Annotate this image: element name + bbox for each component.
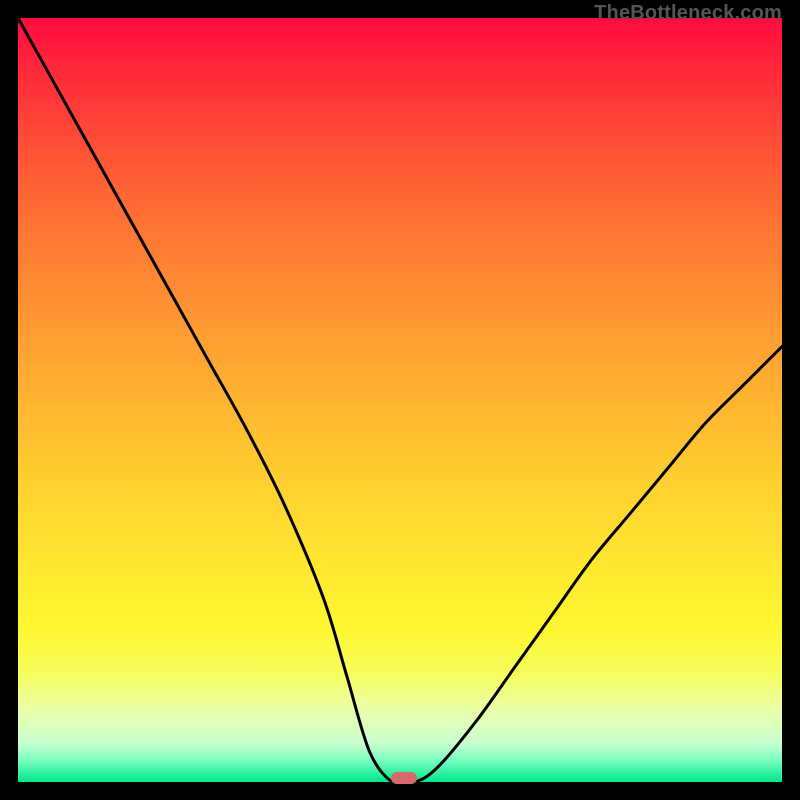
bottleneck-curve bbox=[18, 18, 782, 782]
plot-area bbox=[18, 18, 782, 782]
chart-stage: TheBottleneck.com bbox=[0, 0, 800, 800]
optimal-point-marker bbox=[391, 772, 417, 784]
watermark-text: TheBottleneck.com bbox=[594, 2, 782, 25]
bottleneck-curve-svg bbox=[18, 18, 782, 782]
